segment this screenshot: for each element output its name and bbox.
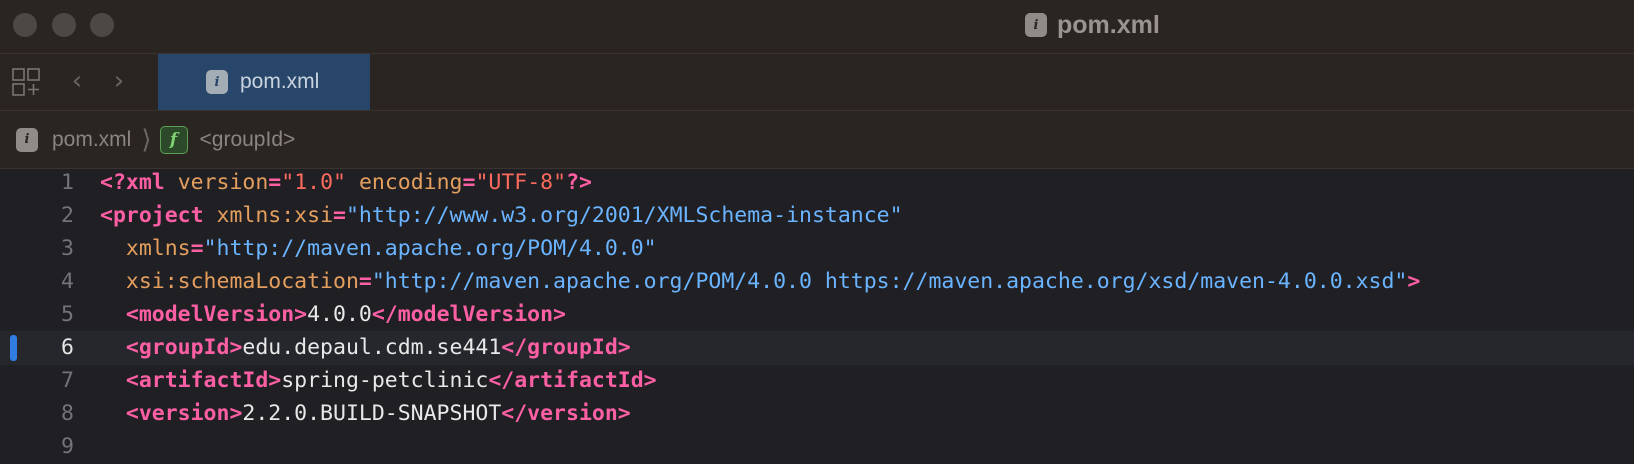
code-token: version [177,170,269,195]
code-token: "1.0" [281,170,346,195]
code-line[interactable]: 1 <?xml version="1.0" encoding="UTF-8"?> [0,166,1634,200]
line-number: 1 [61,170,74,195]
back-arrow-icon[interactable]: ‹ [66,64,88,98]
code-token: 2.2.0.BUILD-SNAPSHOT [242,401,502,426]
code-token: = [190,236,204,261]
code-token: </version> [501,401,631,426]
code-token: </groupId> [501,335,631,360]
code-token: > [1407,269,1421,294]
code-text: <project xmlns:xsi="http://www.w3.org/20… [100,199,903,233]
code-text: <version>2.2.0.BUILD-SNAPSHOT</version> [100,397,631,431]
breadcrumb-element[interactable]: <groupId> [200,128,296,152]
code-line[interactable]: 4 xsi:schemaLocation="http://maven.apach… [0,265,1634,299]
code-token: "http://maven.apache.org/POM/4.0.0 https… [371,269,1408,294]
title-bar: i pom.xml [0,0,1634,54]
code-token: <artifactId> [125,368,282,393]
code-token: edu.depaul.cdm.se441 [242,335,502,360]
code-line[interactable]: 7 <artifactId>spring-petclinic</artifact… [0,364,1634,398]
xml-file-icon: i [1025,13,1047,37]
code-token: = [333,203,346,228]
code-token: "http://maven.apache.org/POM/4.0.0" [203,236,657,261]
code-token: encoding [358,170,463,195]
code-token: xmlns [125,236,191,261]
line-number: 2 [61,203,74,228]
window-title-label: pom.xml [1057,10,1160,39]
code-text: <groupId>edu.depaul.cdm.se441</groupId> [100,331,631,365]
code-token: ?> [566,170,592,195]
code-text: <artifactId>spring-petclinic</artifactId… [100,364,657,398]
line-number: 6 [61,335,74,360]
code-token: = [358,269,372,294]
code-line[interactable]: 2 <project xmlns:xsi="http://www.w3.org/2… [0,199,1634,233]
zoom-window-button[interactable] [90,13,114,37]
code-line[interactable]: 9 [0,430,1634,464]
code-token: = [268,170,282,195]
element-f-icon: f [159,125,188,154]
code-line[interactable]: 6 <groupId>edu.depaul.cdm.se441</groupId… [0,331,1634,365]
line-number: 3 [61,236,74,261]
line-number: 9 [61,434,74,459]
window-title: i pom.xml [1025,0,1160,50]
breadcrumb-file[interactable]: pom.xml [52,128,131,152]
code-token: xmlns:xsi [216,203,334,228]
code-token: </modelVersion> [371,302,567,327]
forward-arrow-icon[interactable]: › [108,64,130,98]
code-token: xsi:schemaLocation [125,269,359,294]
code-token: spring-petclinic [281,368,489,393]
minimize-window-button[interactable] [52,13,76,37]
code-token: <?xml [100,170,165,195]
breadcrumb: i pom.xml ⟩ f <groupId> [0,111,1634,169]
xml-file-icon: i [16,127,38,152]
related-items-grid-icon[interactable] [12,68,40,96]
code-line[interactable]: 3 xmlns="http://maven.apache.org/POM/4.0… [0,232,1634,266]
line-number: 7 [61,368,74,393]
line-number: 5 [61,302,74,327]
code-token: <groupId> [125,335,243,360]
code-token: 4.0.0 [307,302,372,327]
line-number: 8 [61,401,74,426]
tab-label: pom.xml [240,70,320,93]
xml-file-icon: i [206,70,228,94]
breadcrumb-separator: ⟩ [141,124,152,155]
code-token: <project [100,203,204,228]
code-text: xmlns="http://maven.apache.org/POM/4.0.0… [100,232,657,266]
code-token: </artifactId> [488,368,657,393]
code-token: = [462,170,476,195]
code-editor[interactable]: 1 <?xml version="1.0" encoding="UTF-8"?> 2… [0,169,1634,462]
code-token: "http://www.w3.org/2001/XMLSchema-instan… [345,203,903,228]
code-line[interactable]: 5 <modelVersion>4.0.0</modelVersion> [0,298,1634,332]
code-token: <version> [125,401,243,426]
code-text: <?xml version="1.0" encoding="UTF-8"?> [100,166,592,200]
code-text: <modelVersion>4.0.0</modelVersion> [100,298,566,332]
tab-pom-xml[interactable]: i pom.xml [158,54,370,110]
line-number: 4 [61,269,74,294]
code-token: "UTF-8" [475,170,567,195]
code-line[interactable]: 8 <version>2.2.0.BUILD-SNAPSHOT</version… [0,397,1634,431]
tab-bar: ‹ › i pom.xml [0,54,1634,111]
close-window-button[interactable] [13,13,37,37]
code-token: <modelVersion> [125,302,308,327]
code-text: xsi:schemaLocation="http://maven.apache.… [100,265,1420,299]
